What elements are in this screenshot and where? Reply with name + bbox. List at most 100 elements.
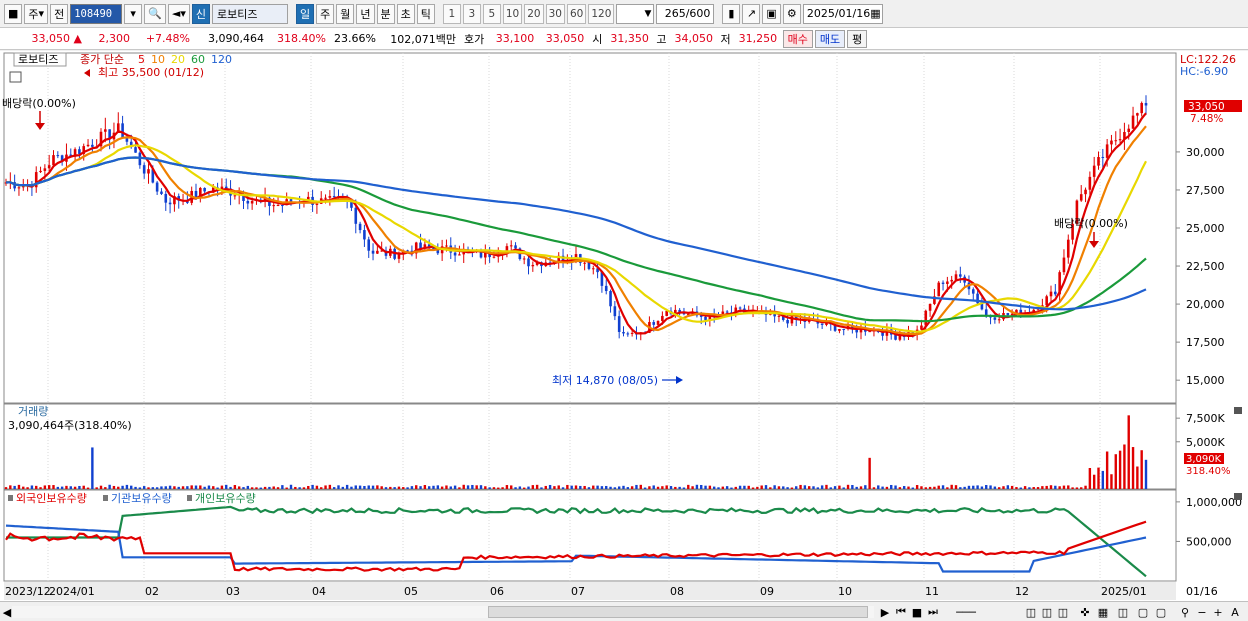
candle-body: [276, 205, 280, 207]
compare-icon[interactable]: ◫: [1116, 604, 1130, 620]
volume-bar: [367, 485, 370, 489]
candle-body: [1066, 239, 1070, 258]
volume-bar: [1136, 466, 1139, 489]
volume-bar: [142, 486, 146, 489]
period-year-button[interactable]: 년: [356, 3, 375, 24]
candle-body: [1114, 140, 1118, 142]
sell-button[interactable]: 매도: [814, 29, 846, 48]
low-price: 31,250: [738, 32, 778, 45]
annotations: 배당락(0.00%) 최고 35,500 (01/12) 최저 14,870 (…: [2, 66, 1128, 387]
chart-canvas[interactable]: 로보티즈 종가 단순 5 10 20 60 120 LC:122.26 HC:-6.90…: [0, 51, 1248, 603]
candle-body: [233, 195, 237, 197]
chart-menu-icon[interactable]: ■: [4, 3, 23, 24]
period-second-button[interactable]: 초: [396, 3, 415, 24]
volume-bar: [617, 486, 621, 489]
volume-bar: [652, 485, 655, 489]
window-icon-1[interactable]: ▢: [1136, 604, 1150, 620]
first-page-icon[interactable]: ⏮: [894, 604, 908, 620]
buy-button[interactable]: 매수: [782, 29, 813, 48]
interval-30-button[interactable]: 30: [545, 3, 565, 24]
candle-body: [138, 152, 142, 166]
trade-amount: 102,071백만: [390, 32, 456, 46]
x-axis-label: 2023/12: [5, 585, 51, 598]
window-icon-2[interactable]: ▢: [1154, 604, 1168, 620]
calendar-icon[interactable]: ▦: [870, 7, 880, 20]
volume-bar: [790, 487, 794, 489]
interval-120-button[interactable]: 120: [588, 3, 615, 24]
font-size-icon[interactable]: A: [1228, 604, 1242, 620]
interval-dropdown[interactable]: ▼: [616, 3, 655, 24]
interval-10-button[interactable]: 10: [502, 3, 523, 24]
candle-body: [522, 258, 526, 260]
stock-name-field[interactable]: 로보티즈: [212, 3, 288, 24]
period-month-button[interactable]: 월: [336, 3, 355, 24]
speaker-icon[interactable]: ◄▾: [167, 3, 190, 24]
stock-code-input[interactable]: 108490: [70, 3, 123, 24]
line-tool-icon[interactable]: ↗: [742, 3, 761, 24]
zoom-out-icon[interactable]: −: [1196, 604, 1208, 620]
date-field[interactable]: 2025/01/16 ▦: [802, 3, 883, 24]
layout-icon-1[interactable]: ◫: [1024, 604, 1038, 620]
period-tick-button[interactable]: 틱: [416, 3, 435, 24]
mode-main-button[interactable]: 주 ▾: [24, 3, 49, 24]
last-page-icon[interactable]: ⏭: [926, 604, 940, 620]
volume-current-pct: 318.40%: [1186, 466, 1231, 477]
gear-icon[interactable]: ⚙: [782, 3, 801, 24]
volume-bar: [846, 484, 850, 489]
interval-20-button[interactable]: 20: [524, 3, 544, 24]
volume-bar: [635, 484, 638, 489]
code-dropdown-icon[interactable]: ▾: [124, 3, 143, 24]
interval-5-button[interactable]: 5: [482, 3, 501, 24]
search-icon[interactable]: 🔍: [144, 3, 166, 24]
volume-bar: [665, 485, 668, 489]
grid-icon[interactable]: ▦: [1096, 604, 1110, 620]
volume-bar: [769, 487, 772, 489]
holding-panel-close-icon[interactable]: [1234, 493, 1242, 500]
chart-area[interactable]: 로보티즈 종가 단순 5 10 20 60 120 LC:122.26 HC:-6.90…: [0, 51, 1248, 603]
period-day-button[interactable]: 일: [296, 3, 315, 24]
save-icon[interactable]: ▣: [762, 3, 781, 24]
quote-bar: 33,050 ▲ 2,300 +7.48% 3,090,464 318.40% …: [0, 28, 1248, 50]
zoom-slider[interactable]: ───: [946, 604, 986, 620]
period-week-button[interactable]: 주: [316, 3, 335, 24]
volume-bar: [1045, 485, 1048, 489]
volume-value: 3,090,464: [208, 32, 264, 45]
volume-bar: [773, 485, 776, 489]
scroll-left-icon[interactable]: ◀: [2, 604, 12, 620]
volume-bar: [1101, 470, 1105, 489]
bid-label: 호가: [464, 32, 485, 46]
interval-3-button[interactable]: 3: [462, 3, 481, 24]
candle-body: [376, 250, 379, 254]
candle-body: [993, 317, 997, 320]
layout-icon-2[interactable]: ◫: [1040, 604, 1054, 620]
candle-type-icon[interactable]: ▮: [722, 3, 741, 24]
grid-toggle-icon[interactable]: [9, 71, 22, 83]
stop-icon[interactable]: ■: [910, 604, 924, 620]
interval-60-button[interactable]: 60: [567, 3, 587, 24]
evaluate-button[interactable]: 평: [847, 29, 868, 48]
x-axis-label: 04: [312, 585, 326, 598]
price-change: 2,300: [98, 32, 131, 45]
volume-bar: [587, 487, 591, 489]
volume-bar: [445, 485, 448, 489]
ma-period-legend: 5 10 20 60 120: [138, 53, 232, 66]
candle-body: [17, 187, 21, 189]
scroll-right-icon[interactable]: ▶: [878, 604, 892, 620]
period-minute-button[interactable]: 분: [376, 3, 395, 24]
volume-bar: [622, 485, 625, 489]
scroll-thumb[interactable]: [488, 606, 868, 618]
volume-panel-close-icon[interactable]: [1234, 407, 1242, 414]
layout-icon-3[interactable]: ◫: [1056, 604, 1070, 620]
volume-bar: [56, 486, 60, 489]
volume-bar: [522, 487, 526, 489]
crosshair-icon[interactable]: ✜: [1078, 604, 1092, 620]
volume-bar: [859, 486, 863, 489]
mode-main-label: 주: [28, 7, 39, 21]
holding-legend-label: 개인보유수량: [195, 492, 256, 505]
zoom-search-icon[interactable]: ⚲: [1178, 604, 1192, 620]
interval-1-button[interactable]: 1: [442, 3, 461, 24]
data-count-field[interactable]: 265/600: [656, 3, 715, 24]
mode-all-button[interactable]: 전: [50, 3, 69, 24]
zoom-in-icon[interactable]: +: [1212, 604, 1224, 620]
volume-bar: [734, 486, 737, 489]
